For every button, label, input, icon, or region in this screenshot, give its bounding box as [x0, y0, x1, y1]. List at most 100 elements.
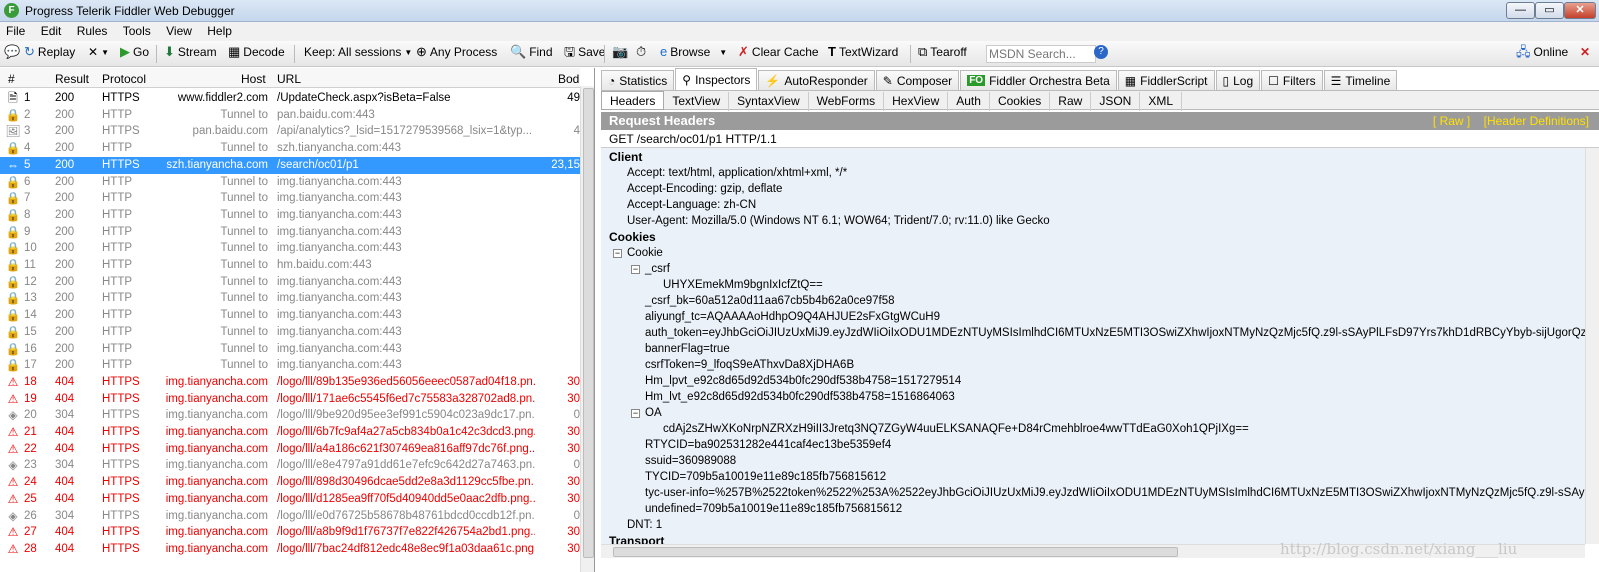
timer-button[interactable]: ⏱ — [636, 45, 646, 59]
comment-button[interactable]: 💬 — [4, 45, 20, 59]
session-row[interactable]: 🔒 7 200 HTTP Tunnel to img.tianyancha.com:443 — [0, 190, 580, 207]
session-row[interactable]: 🗎 1 200 HTTPS www.fiddler2.com/UpdateCheck.a… — [0, 90, 580, 107]
session-row[interactable]: ⚠ 24 404 HTTPS img.tianyancha.com/logo/lll/8… — [0, 474, 580, 491]
session-row[interactable]: ⚠ 19 404 HTTPS img.tianyancha.com/logo/lll/1… — [0, 391, 580, 408]
msdn-search-input[interactable]: MSDN Search... — [986, 45, 1096, 63]
session-row[interactable]: 🔒 15 200 HTTP Tunnel to img.tianyancha.com:44… — [0, 324, 580, 341]
subtab-webforms[interactable]: WebForms — [809, 92, 885, 111]
subtab-hexview[interactable]: HexView — [884, 92, 949, 111]
collapse-oa-toggle[interactable]: − — [631, 409, 640, 418]
keep-sessions-dropdown[interactable]: Keep: All sessions ▼ — [304, 45, 412, 59]
tab-filters[interactable]: ☐ Filters — [1261, 70, 1323, 90]
col-body[interactable]: Bod — [558, 72, 579, 86]
session-number: 3 — [24, 125, 31, 138]
session-row[interactable]: ⚠ 28 404 HTTPS img.tianyancha.com/logo/lll/7… — [0, 541, 580, 558]
subtab-syntaxview[interactable]: SyntaxView — [729, 92, 809, 111]
subtab-json[interactable]: JSON — [1091, 92, 1141, 111]
online-indicator[interactable]: 🖧 Online — [1516, 44, 1568, 60]
tab-fiddlerscript[interactable]: ▦ FiddlerScript — [1117, 70, 1215, 90]
session-row[interactable]: 🔒 4 200 HTTP Tunnel to szh.tianyancha.com:443 — [0, 140, 580, 157]
session-list-scrollbar[interactable] — [580, 86, 594, 572]
session-row[interactable]: 🔒 8 200 HTTP Tunnel to img.tianyancha.com:443 — [0, 207, 580, 224]
session-row[interactable]: ⇔ 5 200 HTTPS szh.tianyancha.com/search/oc01… — [0, 156, 580, 174]
subtab-headers[interactable]: Headers — [601, 91, 665, 110]
collapse-csrf-toggle[interactable]: − — [631, 265, 640, 274]
session-row[interactable]: ⚠ 25 404 HTTPS img.tianyancha.com/logo/lll/d… — [0, 491, 580, 508]
tab-timeline[interactable]: ☰ Timeline — [1323, 70, 1398, 90]
session-url: pan.baidu.com:443 — [277, 108, 375, 121]
session-row[interactable]: 🔒 11 200 HTTP Tunnel to hm.baidu.com:443 — [0, 257, 580, 274]
help-button[interactable]: ? — [1094, 45, 1108, 59]
session-row[interactable]: 🔒 17 200 HTTP Tunnel to img.tianyancha.com:44… — [0, 357, 580, 374]
textwizard-button[interactable]: T TextWizard — [828, 45, 898, 60]
menu-edit[interactable]: Edit — [35, 22, 68, 40]
tearoff-button[interactable]: ⧉ Tearoff — [918, 45, 967, 60]
clear-cache-button[interactable]: ✗ Clear Cache — [738, 45, 819, 60]
tab-fiddler-orchestra-beta[interactable]: FO Fiddler Orchestra Beta — [960, 70, 1117, 90]
session-row[interactable]: ⚠ 27 404 HTTPS img.tianyancha.com/logo/lll/a… — [0, 524, 580, 541]
col-url[interactable]: URL — [277, 72, 301, 86]
raw-link[interactable]: [ Raw ] — [1433, 114, 1470, 128]
col-protocol[interactable]: Protocol — [102, 72, 146, 86]
subtab-xml[interactable]: XML — [1140, 92, 1183, 111]
col-host[interactable]: Host — [241, 72, 266, 86]
session-url: /logo/lll/e8e4797a91dd61e7efc9c642d27a74… — [277, 459, 535, 472]
any-process-button[interactable]: ⊕ Any Process — [416, 45, 497, 60]
stream-button[interactable]: ⬇ Stream — [164, 45, 217, 60]
close-button[interactable]: ✕ — [1564, 2, 1596, 19]
subtab-textview[interactable]: TextView — [664, 92, 730, 111]
tab-autoresponder-icon: ⚡ — [765, 73, 781, 88]
scrollbar-thumb[interactable] — [583, 88, 594, 558]
session-row[interactable]: ⚠ 21 404 HTTPS img.tianyancha.com/logo/lll/6… — [0, 424, 580, 441]
session-row[interactable]: 🔒 10 200 HTTP Tunnel to img.tianyancha.com:44… — [0, 240, 580, 257]
subtab-cookies[interactable]: Cookies — [990, 92, 1051, 111]
menu-view[interactable]: View — [160, 22, 198, 40]
menu-rules[interactable]: Rules — [71, 22, 114, 40]
csrf-value: UHYXEmekMm9bgnIxIcfZtQ== — [663, 279, 823, 291]
tab-autoresponder[interactable]: ⚡ AutoResponder — [758, 70, 875, 90]
session-row[interactable]: ◈ 26 304 HTTPS img.tianyancha.com/logo/lll/e… — [0, 508, 580, 525]
col-num[interactable]: # — [8, 72, 15, 86]
network-icon: 🖧 — [1516, 44, 1531, 59]
session-row[interactable]: 🔒 14 200 HTTP Tunnel to img.tianyancha.com:44… — [0, 307, 580, 324]
remove-button[interactable]: ✕ ▼ — [88, 45, 109, 59]
close-online-icon[interactable]: ✕ — [1580, 45, 1590, 59]
save-button[interactable]: 🖫 Save — [564, 45, 605, 60]
minimize-button[interactable]: — — [1506, 2, 1535, 19]
collapse-cookie-toggle[interactable]: − — [613, 249, 622, 258]
session-row[interactable]: 🔒 16 200 HTTP Tunnel to img.tianyancha.com:44… — [0, 341, 580, 358]
tab-log[interactable]: ▯ Log — [1215, 70, 1261, 90]
scrollbar-thumb[interactable] — [613, 547, 1178, 557]
session-row[interactable]: ◈ 23 304 HTTPS img.tianyancha.com/logo/lll/e… — [0, 457, 580, 474]
session-row[interactable]: 🔒 2 200 HTTP Tunnel to pan.baidu.com:443 — [0, 107, 580, 124]
session-row[interactable]: 🔒 9 200 HTTP Tunnel to img.tianyancha.com:443 — [0, 224, 580, 241]
screenshot-button[interactable]: 📷 — [612, 45, 628, 59]
session-row[interactable]: 🔒 13 200 HTTP Tunnel to img.tianyancha.com:44… — [0, 290, 580, 307]
header-definitions-link[interactable]: [Header Definitions] — [1484, 114, 1589, 128]
col-result[interactable]: Result — [55, 72, 89, 86]
session-url: /search/oc01/p1 — [277, 158, 359, 171]
browse-dropdown[interactable]: e Browse ▼ — [660, 45, 727, 60]
find-button[interactable]: 🔍 Find — [510, 45, 553, 60]
session-row[interactable]: ⚠ 22 404 HTTPS img.tianyancha.com/logo/lll/a… — [0, 441, 580, 458]
headers-vertical-scrollbar[interactable] — [1585, 148, 1599, 544]
session-row[interactable]: ◈ 20 304 HTTPS img.tianyancha.com/logo/lll/9… — [0, 407, 580, 424]
session-row[interactable]: ⚠ 18 404 HTTPS img.tianyancha.com/logo/lll/8… — [0, 374, 580, 391]
maximize-button[interactable]: ▭ — [1535, 2, 1564, 19]
session-row[interactable]: 🖼 3 200 HTTPS pan.baidu.com/api/analytics?_l… — [0, 123, 580, 140]
tab-inspectors[interactable]: ⚲ Inspectors — [675, 68, 758, 90]
decode-button[interactable]: ▦ Decode — [228, 45, 285, 60]
session-row[interactable]: 🔒 6 200 HTTP Tunnel to img.tianyancha.com:443 — [0, 174, 580, 191]
session-url: img.tianyancha.com:443 — [277, 225, 402, 238]
go-button[interactable]: ▶ Go — [120, 45, 149, 60]
session-host: Tunnel to — [220, 359, 268, 372]
subtab-raw[interactable]: Raw — [1050, 92, 1092, 111]
menu-file[interactable]: File — [0, 22, 31, 40]
replay-button[interactable]: ↻ Replay — [24, 45, 75, 60]
tab-composer[interactable]: ✎ Composer — [875, 70, 960, 90]
session-row[interactable]: 🔒 12 200 HTTP Tunnel to img.tianyancha.com:44… — [0, 274, 580, 291]
menu-help[interactable]: Help — [201, 22, 238, 40]
menu-tools[interactable]: Tools — [117, 22, 157, 40]
tab-statistics[interactable]: ◔ Statistics — [601, 70, 675, 90]
subtab-auth[interactable]: Auth — [948, 92, 990, 111]
